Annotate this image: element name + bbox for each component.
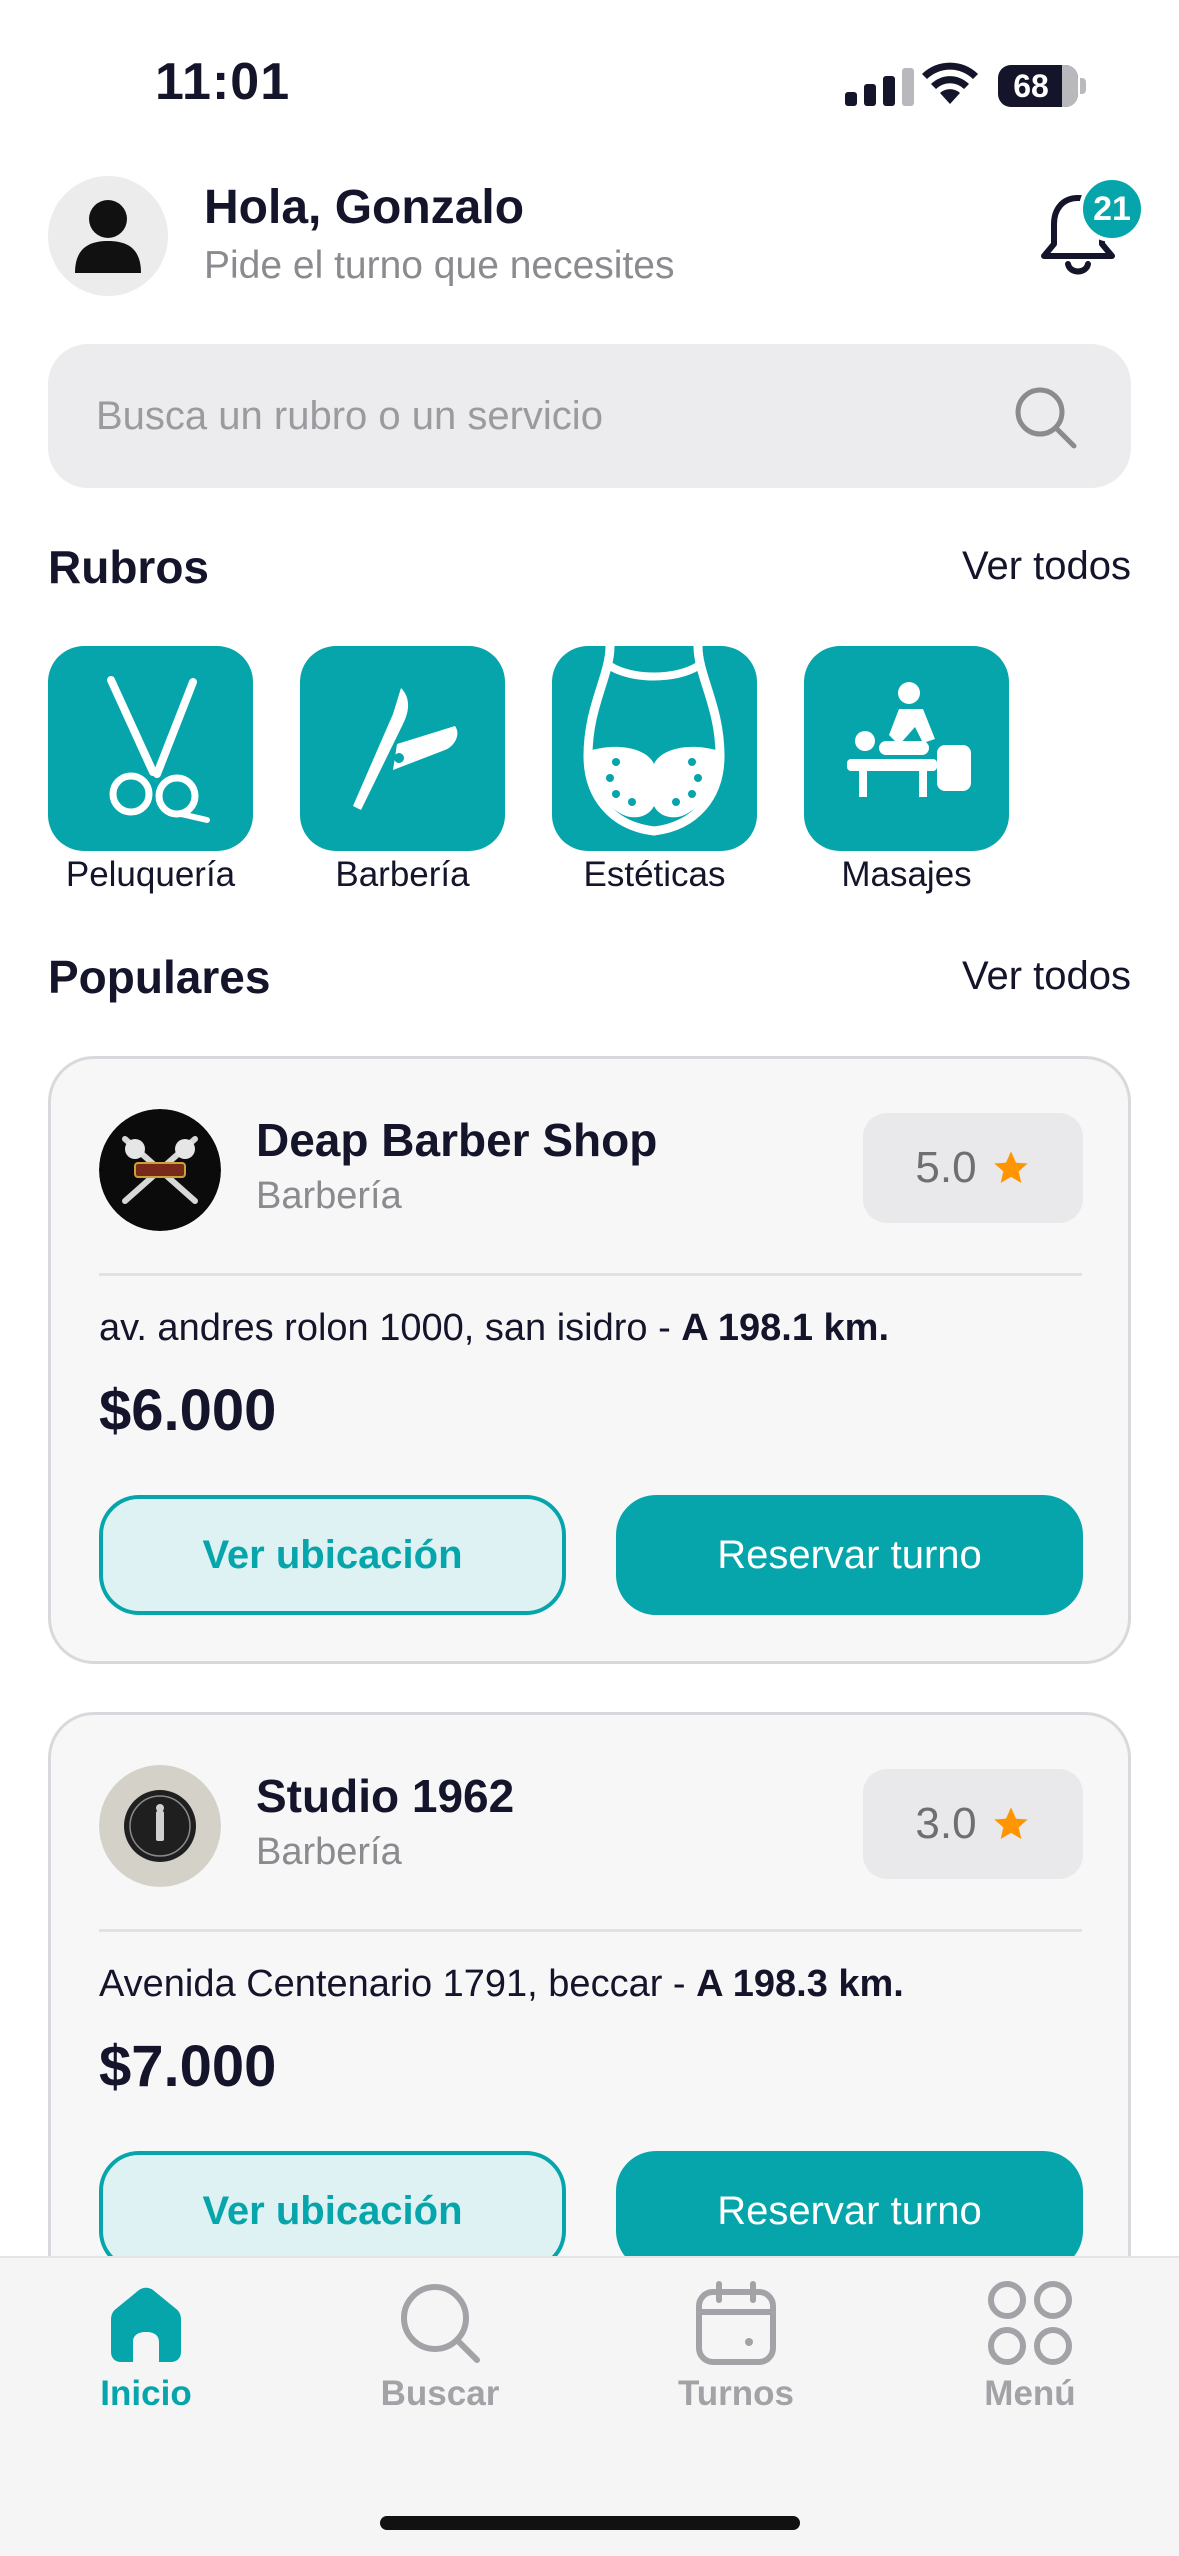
shop-price: $6.000 (99, 1378, 277, 1443)
battery-icon: 68 (998, 65, 1078, 107)
search-icon (401, 2284, 480, 2363)
nav-item-menu[interactable]: Menú (930, 2278, 1130, 2414)
category-peluqueria[interactable]: Peluquería (48, 646, 253, 895)
category-barberia[interactable]: Barbería (300, 646, 505, 895)
nav-label: Inicio (100, 2374, 192, 2413)
battery-tip (1080, 78, 1086, 94)
category-masajes[interactable]: Masajes (804, 646, 1009, 895)
shop-name: Deap Barber Shop (256, 1114, 658, 1166)
view-location-button[interactable]: Ver ubicación (99, 1495, 566, 1615)
shop-price: $7.000 (99, 2034, 277, 2099)
category-tile (48, 646, 253, 851)
rating-value: 5.0 (915, 1143, 977, 1192)
calendar-icon (696, 2281, 776, 2365)
shop-address: av. andres rolon 1000, san isidro - A 19… (99, 1307, 890, 1349)
rating-value: 3.0 (915, 1799, 977, 1848)
nav-label: Buscar (380, 2374, 500, 2413)
category-label: Peluquería (65, 855, 236, 894)
view-location-button[interactable]: Ver ubicación (99, 2151, 566, 2271)
nav-item-inicio[interactable]: Inicio (46, 2278, 246, 2414)
shop-logo (99, 1765, 221, 1887)
book-appointment-button[interactable]: Reservar turno (616, 2151, 1083, 2271)
book-appointment-button[interactable]: Reservar turno (616, 1495, 1083, 1615)
divider (99, 1929, 1082, 1932)
shop-name: Studio 1962 (256, 1770, 515, 1822)
star-icon (993, 1807, 1028, 1839)
category-tile (300, 646, 505, 851)
categories-title: Rubros (48, 541, 209, 593)
scissors-icon (106, 675, 210, 823)
rating-badge: 5.0 (863, 1113, 1083, 1223)
shop-address: Avenida Centenario 1791, beccar - A 198.… (99, 1963, 904, 2005)
massage-icon (846, 681, 971, 797)
nav-item-turnos[interactable]: Turnos (636, 2278, 836, 2414)
razor-icon (352, 687, 457, 810)
status-time: 11:01 (155, 53, 291, 111)
wifi-icon (922, 62, 978, 104)
bottom-nav: Inicio Buscar Turnos Menú (0, 2256, 1179, 2556)
shop-category: Barbería (256, 1175, 402, 1217)
category-label: Masajes (841, 855, 972, 894)
shop-category: Barbería (256, 1831, 402, 1873)
home-indicator[interactable] (380, 2516, 800, 2530)
body-aesthetics-icon (583, 646, 725, 836)
category-tile (552, 646, 757, 851)
search-icon[interactable] (1012, 384, 1078, 450)
nav-label: Turnos (677, 2374, 794, 2413)
categories-see-all-link[interactable]: Ver todos (962, 544, 1131, 589)
popular-title: Populares (48, 951, 271, 1003)
search-input[interactable] (48, 344, 1131, 488)
grid-icon (988, 2281, 1072, 2365)
shop-distance: A 198.1 km. (681, 1307, 890, 1349)
shop-distance: A 198.3 km. (696, 1963, 904, 2005)
star-icon (993, 1151, 1028, 1183)
divider (99, 1273, 1082, 1276)
shop-logo (99, 1109, 221, 1231)
avatar[interactable] (48, 176, 168, 296)
shop-card[interactable]: Deap Barber Shop Barbería 5.0 av. andres… (48, 1056, 1131, 1664)
category-esteticas[interactable]: Estéticas (552, 646, 757, 895)
nav-label: Menú (984, 2374, 1076, 2413)
greeting-title: Hola, Gonzalo (204, 181, 525, 234)
notification-badge: 21 (1079, 176, 1145, 242)
nav-item-buscar[interactable]: Buscar (340, 2278, 540, 2414)
user-icon (75, 200, 141, 273)
category-label: Estéticas (583, 855, 726, 894)
rating-badge: 3.0 (863, 1769, 1083, 1879)
battery-level: 68 (1013, 68, 1049, 104)
home-icon (111, 2287, 181, 2362)
category-tile (804, 646, 1009, 851)
category-label: Barbería (335, 855, 470, 894)
greeting-subtitle: Pide el turno que necesites (204, 244, 675, 287)
cellular-signal-icon (845, 68, 914, 106)
popular-see-all-link[interactable]: Ver todos (962, 954, 1131, 999)
